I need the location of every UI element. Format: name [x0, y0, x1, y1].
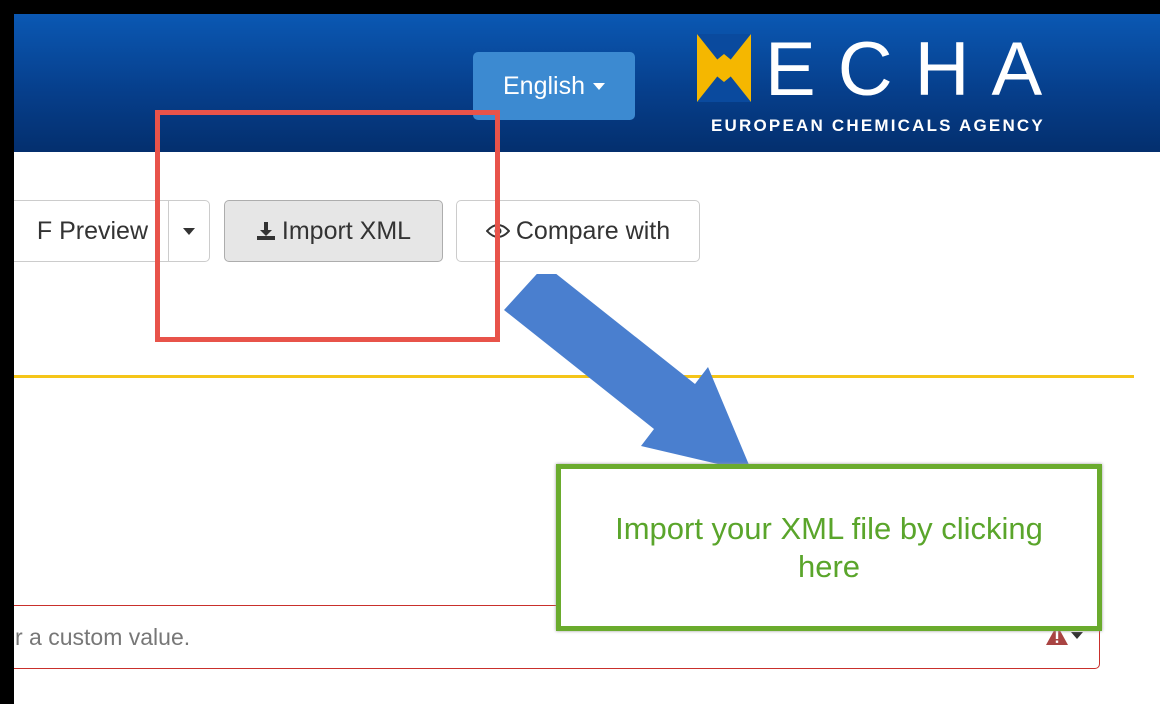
echa-logo: ECHA EUROPEAN CHEMICALS AGENCY: [697, 32, 1057, 142]
custom-value-text: r a custom value.: [15, 623, 191, 650]
import-highlight-box: [155, 110, 500, 342]
language-label: English: [503, 71, 585, 100]
echa-logo-mark-icon: [697, 34, 751, 102]
chevron-down-icon: [593, 82, 605, 90]
pdf-preview-label: F Preview: [36, 216, 148, 245]
screenshot-frame: English ECHA EUROPEAN CHEMICALS AGENCY F…: [14, 14, 1160, 704]
pointer-arrow: [504, 274, 752, 472]
compare-with-label: Compare with: [515, 216, 671, 245]
callout-text: Import your XML file by clicking here: [615, 510, 1043, 584]
chevron-down-icon: [1071, 631, 1083, 639]
pdf-preview-button[interactable]: F Preview: [14, 200, 168, 262]
logo-wordmark: ECHA: [765, 27, 1065, 112]
instruction-callout: Import your XML file by clicking here: [556, 464, 1102, 631]
logo-subtitle: EUROPEAN CHEMICALS AGENCY: [711, 116, 1045, 135]
